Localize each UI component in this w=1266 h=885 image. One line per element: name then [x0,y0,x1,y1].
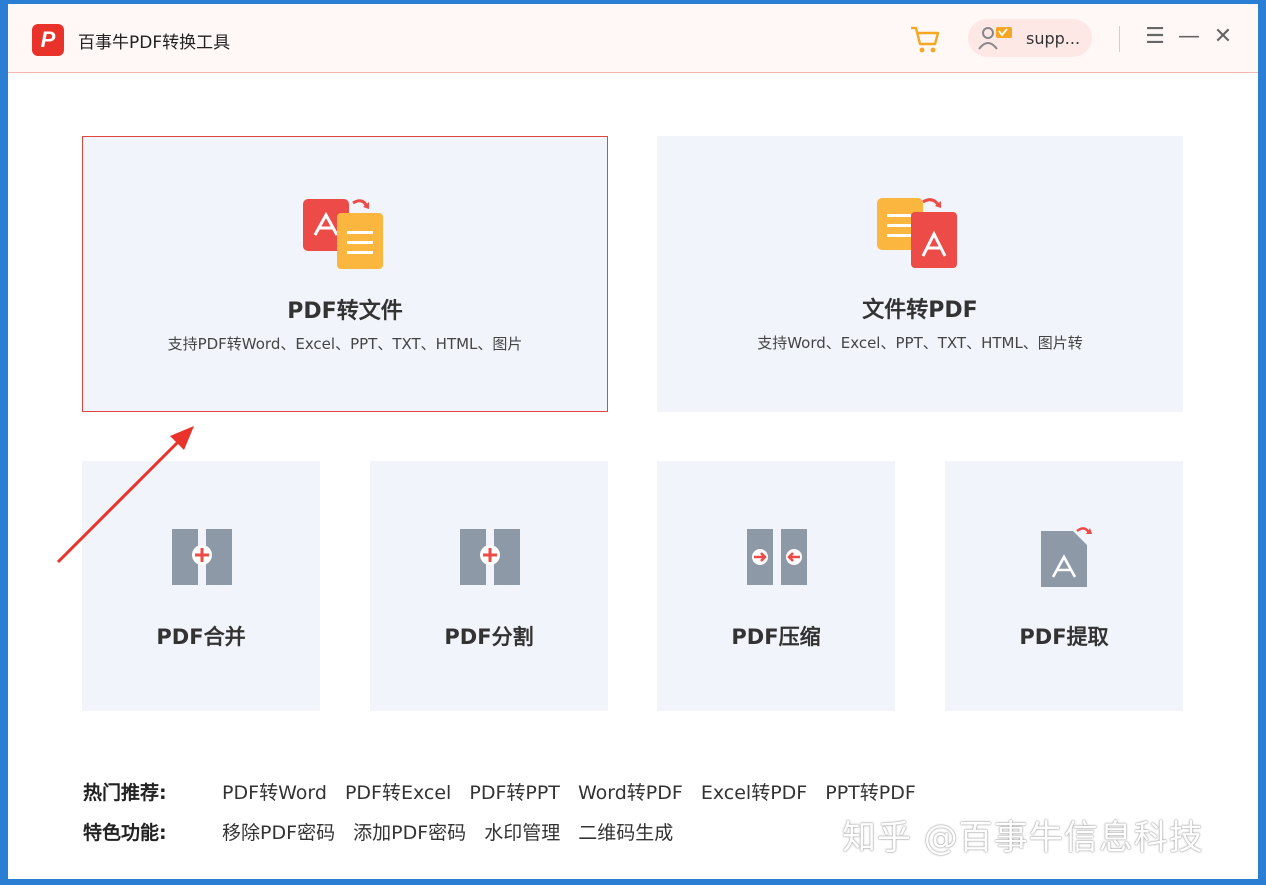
app-logo: P [32,24,64,56]
hot-link-pdf-to-word[interactable]: PDF转Word [222,778,327,805]
feature-link-add-password[interactable]: 添加PDF密码 [353,818,466,845]
card-title: PDF分割 [444,625,534,649]
watermark-text: 知乎 @百事牛信息科技 [842,818,1204,858]
hot-link-pdf-to-excel[interactable]: PDF转Excel [345,778,451,805]
merge-icon [172,529,232,585]
menu-icon[interactable]: ☰ [1142,24,1168,50]
titlebar-divider [1119,26,1120,52]
features-row: 特色功能: 移除PDF密码 添加PDF密码 水印管理 二维码生成 [83,818,685,845]
hot-link-excel-to-pdf[interactable]: Excel转PDF [701,778,807,805]
card-title: 文件转PDF [862,298,978,323]
hot-recommend-label: 热门推荐: [83,782,167,804]
pdf-extract-card[interactable]: PDF提取 [945,461,1183,711]
extract-icon [1041,527,1092,587]
feature-link-qrcode[interactable]: 二维码生成 [578,818,673,845]
user-name: supp... [1026,29,1081,48]
features-label: 特色功能: [83,822,167,844]
card-title: PDF压缩 [731,625,821,649]
pdf-to-file-card[interactable]: PDF转文件 支持PDF转Word、Excel、PPT、TXT、HTML、图片 [82,136,608,412]
close-icon[interactable]: ✕ [1210,24,1236,50]
file-to-pdf-card[interactable]: 文件转PDF 支持Word、Excel、PPT、TXT、HTML、图片转 [657,136,1183,412]
feature-link-remove-password[interactable]: 移除PDF密码 [222,818,335,845]
compress-icon [747,529,807,585]
card-title: PDF提取 [1019,625,1109,649]
pdf-split-card[interactable]: PDF分割 [370,461,608,711]
hot-link-pdf-to-ppt[interactable]: PDF转PPT [469,778,560,805]
user-account-button[interactable]: supp... [968,19,1092,57]
app-window: P 百事牛PDF转换工具 supp... ☰ — ✕ PDF转文件 支持PDF转… [8,4,1258,879]
hot-link-word-to-pdf[interactable]: Word转PDF [578,778,683,805]
card-subtitle: 支持PDF转Word、Excel、PPT、TXT、HTML、图片 [167,335,523,353]
cart-icon[interactable] [908,22,942,56]
title-bar: P 百事牛PDF转换工具 supp... ☰ — ✕ [8,4,1258,73]
card-subtitle: 支持Word、Excel、PPT、TXT、HTML、图片转 [757,334,1083,352]
pdf-to-file-icon [303,199,383,269]
app-title: 百事牛PDF转换工具 [78,33,231,53]
user-vip-icon [978,27,1012,50]
hot-recommend-row: 热门推荐: PDF转Word PDF转Excel PDF转PPT Word转PD… [83,778,928,805]
card-title: PDF转文件 [287,299,403,324]
split-icon [460,529,520,585]
feature-link-watermark[interactable]: 水印管理 [484,818,560,845]
pdf-compress-card[interactable]: PDF压缩 [657,461,895,711]
file-to-pdf-icon [877,198,957,268]
card-title: PDF合并 [156,625,246,649]
minimize-icon[interactable]: — [1176,24,1202,50]
pdf-merge-card[interactable]: PDF合并 [82,461,320,711]
hot-link-ppt-to-pdf[interactable]: PPT转PDF [825,778,916,805]
